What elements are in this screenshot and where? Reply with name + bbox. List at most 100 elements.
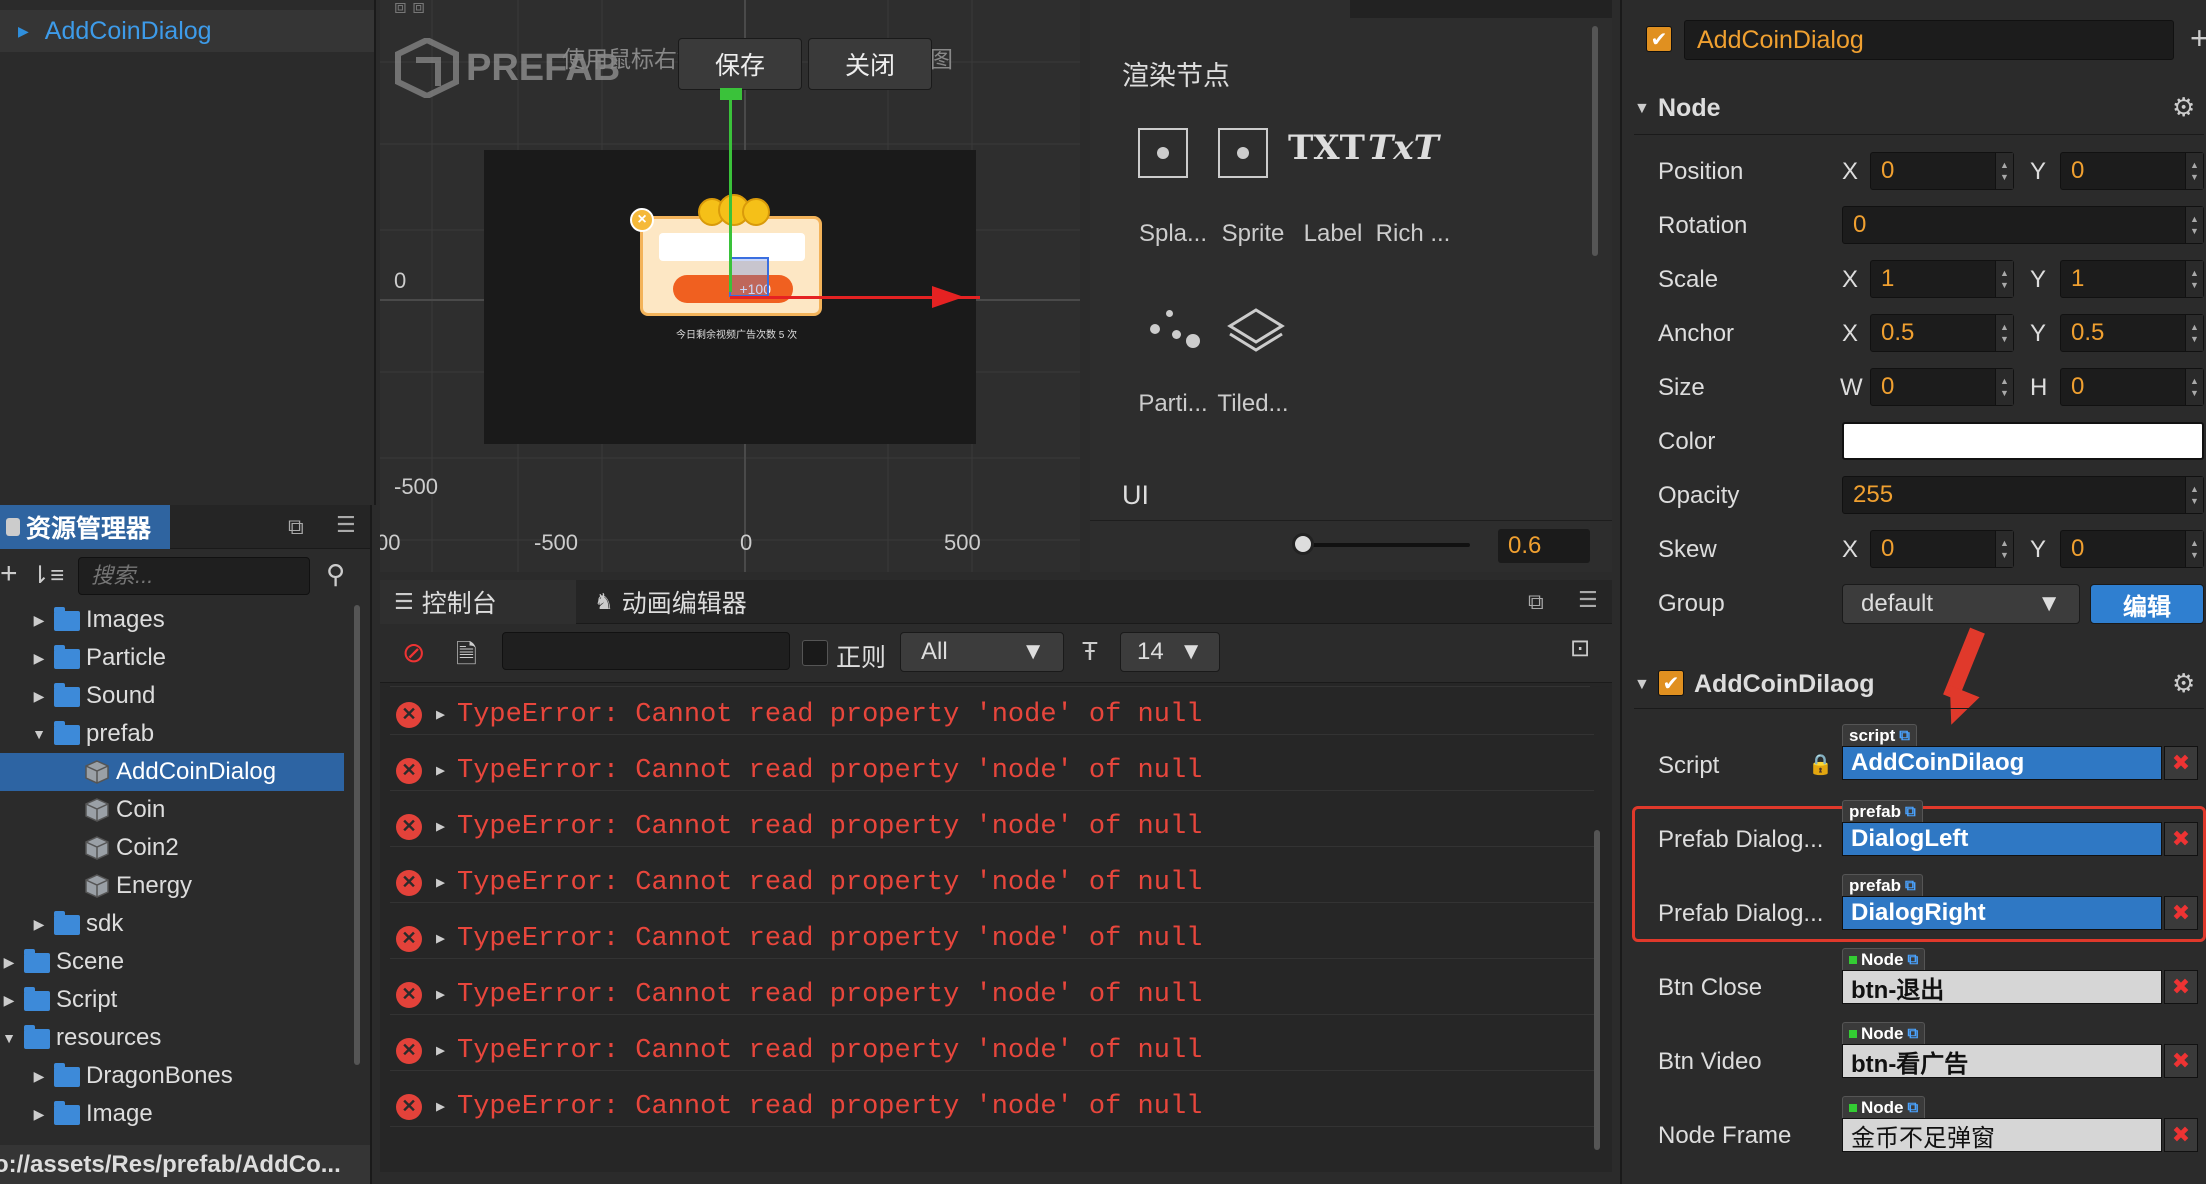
expand-arrow-icon[interactable]: ▶ bbox=[436, 761, 445, 780]
sprite-icon[interactable] bbox=[1208, 128, 1268, 178]
collapse-icon[interactable]: ⊡ bbox=[1570, 634, 1590, 663]
console-error-row[interactable]: ✕ ▶ TypeError: Cannot read property 'node'… bbox=[390, 695, 1594, 735]
expand-arrow-icon[interactable]: ▶ bbox=[436, 873, 445, 892]
console-error-row[interactable]: ✕ ▶ TypeError: Cannot read property 'node'… bbox=[390, 975, 1594, 1015]
chevron-right-icon[interactable]: ▶ bbox=[0, 954, 18, 971]
script-ref-field[interactable]: AddCoinDilaog bbox=[1842, 746, 2162, 780]
gear-icon[interactable]: ⚙ bbox=[2172, 668, 2195, 699]
expand-arrow-icon[interactable]: ▶ bbox=[18, 23, 29, 40]
tab-console[interactable]: ☰ 控制台 bbox=[380, 580, 576, 624]
anchor-x-field[interactable]: 0.5 ▲ ▼ bbox=[1870, 314, 2014, 352]
external-link-icon[interactable]: ⧉ bbox=[1899, 727, 1910, 744]
stepper-icon[interactable]: ▲ ▼ bbox=[2185, 261, 2203, 297]
console-scrollbar[interactable] bbox=[1594, 830, 1600, 1150]
stepper-icon[interactable]: ▲ ▼ bbox=[1995, 369, 2013, 405]
scale-y-field[interactable]: 1 ▲ ▼ bbox=[2060, 260, 2204, 298]
library-scrollbar[interactable] bbox=[1592, 26, 1598, 256]
add-asset-icon[interactable]: + bbox=[0, 557, 18, 591]
tab-assets[interactable]: 资源管理器 bbox=[0, 505, 170, 549]
close-button[interactable]: 关闭 bbox=[808, 38, 932, 90]
stepper-icon[interactable]: ▲ ▼ bbox=[1995, 261, 2013, 297]
stepper-icon[interactable]: ▲ ▼ bbox=[2185, 369, 2203, 405]
dialog-close-icon[interactable]: × bbox=[630, 208, 654, 232]
label-icon[interactable]: TXT bbox=[1288, 128, 1365, 168]
console-error-row[interactable]: ✕ ▶ TypeError: Cannot read property 'node'… bbox=[390, 863, 1594, 903]
external-link-icon[interactable]: ⧉ bbox=[1908, 1099, 1919, 1116]
asset-prefab-row[interactable]: Coin2 bbox=[0, 829, 344, 867]
skew-x-field[interactable]: 0 ▲ ▼ bbox=[1870, 530, 2014, 568]
assets-scrollbar[interactable] bbox=[354, 605, 360, 1065]
expand-arrow-icon[interactable]: ▶ bbox=[436, 705, 445, 724]
chevron-right-icon[interactable]: ▶ bbox=[30, 1068, 48, 1085]
asset-prefab-row[interactable]: AddCoinDialog bbox=[0, 753, 344, 791]
prefab-right-field[interactable]: DialogRight bbox=[1842, 896, 2162, 930]
asset-folder-row[interactable]: ▶ DragonBones bbox=[0, 1057, 344, 1095]
console-error-row[interactable]: ✕ ▶ TypeError: Cannot read property 'node'… bbox=[390, 1087, 1594, 1127]
splash-sprite-icon[interactable] bbox=[1128, 128, 1188, 178]
stepper-icon[interactable]: ▲ ▼ bbox=[2185, 477, 2203, 513]
stepper-icon[interactable]: ▲ ▼ bbox=[1995, 531, 2013, 567]
stepper-icon[interactable]: ▲ ▼ bbox=[1995, 153, 2013, 189]
external-link-icon[interactable]: ⧉ bbox=[1908, 1025, 1919, 1042]
size-w-field[interactable]: 0 ▲ ▼ bbox=[1870, 368, 2014, 406]
expand-arrow-icon[interactable]: ▶ bbox=[436, 929, 445, 948]
tiled-map-icon[interactable] bbox=[1226, 304, 1286, 359]
asset-prefab-row[interactable]: Energy bbox=[0, 867, 344, 905]
console-error-row[interactable]: ✕ ▶ TypeError: Cannot read property 'node'… bbox=[390, 919, 1594, 959]
clear-script-button[interactable]: ✖ bbox=[2164, 746, 2198, 780]
console-error-row[interactable]: ✕ ▶ TypeError: Cannot read property 'node'… bbox=[390, 1031, 1594, 1071]
node-item-label[interactable]: Rich ... bbox=[1358, 220, 1468, 248]
position-x-field[interactable]: 0 ▲ ▼ bbox=[1870, 152, 2014, 190]
chevron-right-icon[interactable]: ▶ bbox=[30, 916, 48, 933]
group-select[interactable]: default ▼ bbox=[1842, 584, 2080, 624]
regex-checkbox[interactable] bbox=[802, 640, 828, 666]
chevron-down-icon[interactable]: ▼ bbox=[0, 1030, 18, 1046]
scene-view[interactable]: PREFAB 使用鼠标右键平移视图，滚轮缩放视图 保存 关闭 +100 × 今日… bbox=[380, 0, 1080, 572]
anchor-y-field[interactable]: 0.5 ▲ ▼ bbox=[2060, 314, 2204, 352]
stepper-icon[interactable]: ▲ ▼ bbox=[2185, 531, 2203, 567]
chevron-right-icon[interactable]: ▶ bbox=[30, 612, 48, 629]
gear-icon[interactable]: ⚙ bbox=[2172, 92, 2195, 123]
particle-icon[interactable] bbox=[1146, 304, 1206, 354]
component-enabled-checkbox[interactable]: ✔ bbox=[1658, 670, 1684, 696]
collapse-node-icon[interactable]: ▼ bbox=[1634, 100, 1650, 118]
add-component-icon[interactable]: + bbox=[2190, 20, 2206, 57]
clear-btn-video-button[interactable]: ✖ bbox=[2164, 1044, 2198, 1078]
external-link-icon[interactable]: ⧉ bbox=[1905, 877, 1916, 894]
hierarchy-row-root[interactable]: ▶ AddCoinDialog bbox=[0, 10, 374, 52]
clear-icon[interactable]: ⊘ bbox=[402, 636, 425, 669]
size-h-field[interactable]: 0 ▲ ▼ bbox=[2060, 368, 2204, 406]
position-y-field[interactable]: 0 ▲ ▼ bbox=[2060, 152, 2204, 190]
menu-icon[interactable]: ☰ bbox=[336, 512, 356, 538]
gizmo-y-handle[interactable] bbox=[720, 88, 742, 100]
menu-icon[interactable]: ☰ bbox=[1578, 587, 1598, 613]
chevron-right-icon[interactable]: ▶ bbox=[30, 650, 48, 667]
asset-folder-row[interactable]: ▶ sdk bbox=[0, 905, 344, 943]
opacity-field[interactable]: 255 ▲ ▼ bbox=[1842, 476, 2204, 514]
collapse-component-icon[interactable]: ▼ bbox=[1634, 676, 1650, 694]
chevron-right-icon[interactable]: ▶ bbox=[30, 1106, 48, 1123]
external-link-icon[interactable]: ⧉ bbox=[1905, 803, 1916, 820]
expand-arrow-icon[interactable]: ▶ bbox=[436, 1097, 445, 1116]
zoom-slider-track[interactable] bbox=[1300, 543, 1470, 547]
external-link-icon[interactable]: ⧉ bbox=[1908, 951, 1919, 968]
asset-search-input[interactable] bbox=[78, 557, 310, 595]
chevron-right-icon[interactable]: ▶ bbox=[0, 992, 18, 1009]
asset-folder-row[interactable]: ▶ Scene bbox=[0, 943, 344, 981]
skew-y-field[interactable]: 0 ▲ ▼ bbox=[2060, 530, 2204, 568]
color-swatch[interactable] bbox=[1842, 422, 2204, 460]
stepper-icon[interactable]: ▲ ▼ bbox=[1995, 315, 2013, 351]
asset-folder-row[interactable]: ▶ Image bbox=[0, 1095, 344, 1133]
asset-folder-row[interactable]: ▶ Sound bbox=[0, 677, 344, 715]
node-item-label[interactable]: Tiled... bbox=[1198, 390, 1308, 418]
asset-folder-row[interactable]: ▶ Particle bbox=[0, 639, 344, 677]
node-name-field[interactable]: AddCoinDialog bbox=[1684, 20, 2174, 60]
gizmo-y-axis[interactable] bbox=[729, 92, 732, 292]
expand-arrow-icon[interactable]: ▶ bbox=[436, 985, 445, 1004]
popout-icon[interactable]: ⧉ bbox=[1528, 589, 1544, 615]
clear-prefab-left-button[interactable]: ✖ bbox=[2164, 822, 2198, 856]
clear-node-frame-button[interactable]: ✖ bbox=[2164, 1118, 2198, 1152]
tab-animation[interactable]: ♞ 动画编辑器 bbox=[580, 580, 800, 624]
zoom-slider-handle[interactable] bbox=[1292, 533, 1314, 555]
stepper-icon[interactable]: ▲ ▼ bbox=[2185, 315, 2203, 351]
